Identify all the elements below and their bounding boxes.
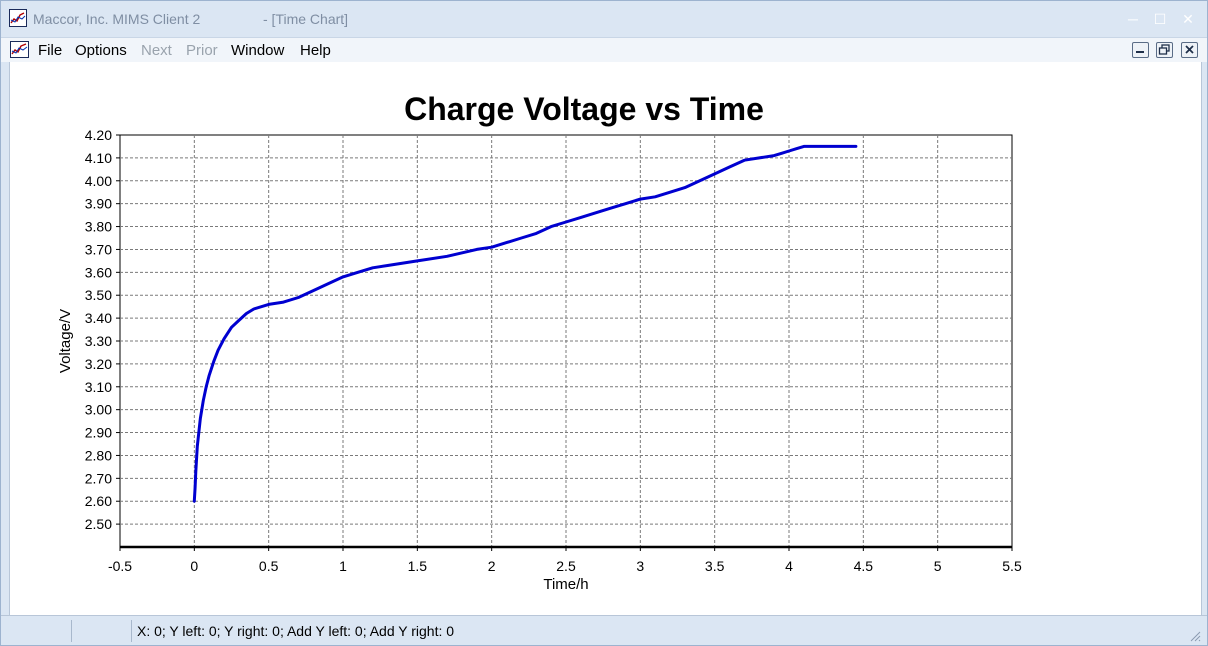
x-tick-label: 4	[785, 558, 793, 574]
y-tick-label: 2.80	[85, 447, 112, 463]
voltage-time-chart[interactable]: -0.5 0 0.5 1 1.5 2 2.5 3 3.5 4 4.5 5 5.5 4.20 4.10 4.00…	[10, 62, 1201, 615]
y-tick-label: 4.00	[85, 173, 112, 189]
window-close-button[interactable]: ✕	[1176, 8, 1200, 30]
y-tick-label: 4.10	[85, 150, 112, 166]
child-window-icon[interactable]	[10, 41, 29, 58]
time-chart-window: -0.5 0 0.5 1 1.5 2 2.5 3 3.5 4 4.5 5 5.5 4.20 4.10 4.00…	[9, 62, 1202, 615]
y-tick-label: 3.80	[85, 219, 112, 235]
menu-prior[interactable]: Prior	[186, 42, 218, 59]
x-tick-label: 1	[339, 558, 347, 574]
y-tick-label: 3.20	[85, 356, 112, 372]
y-tick-label: 3.00	[85, 402, 112, 418]
x-tick-label: 5	[934, 558, 942, 574]
window-maximize-button[interactable]: ☐	[1148, 8, 1172, 30]
y-tick-label: 3.10	[85, 379, 112, 395]
app-title: Maccor, Inc. MIMS Client 2	[33, 11, 201, 27]
y-tick-label: 2.90	[85, 425, 112, 441]
child-minimize-button[interactable]	[1132, 42, 1149, 58]
y-tick-label: 2.60	[85, 493, 112, 509]
child-restore-button[interactable]	[1156, 42, 1173, 58]
x-tick-label: 4.5	[854, 558, 874, 574]
y-tick-label: 2.50	[85, 516, 112, 532]
child-close-button[interactable]	[1181, 42, 1198, 58]
x-tick-label: 0	[190, 558, 198, 574]
resize-grip-icon[interactable]	[1187, 628, 1201, 642]
y-tick-label: 3.60	[85, 264, 112, 280]
x-axis-label: Time/h	[543, 576, 588, 593]
status-pane	[131, 620, 132, 642]
y-tick-label: 3.30	[85, 333, 112, 349]
x-tick-label: 0.5	[259, 558, 279, 574]
y-axis-label: Voltage/V	[57, 309, 74, 373]
x-tick-label: 2.5	[556, 558, 576, 574]
x-tick-label: 3.5	[705, 558, 725, 574]
y-tick-label: 3.70	[85, 241, 112, 257]
status-pane	[71, 620, 131, 642]
y-tick-label: 2.70	[85, 470, 112, 486]
app-window: Maccor, Inc. MIMS Client 2 - [Time Chart…	[0, 0, 1208, 646]
window-minimize-button[interactable]: ─	[1121, 8, 1145, 30]
app-chart-icon[interactable]	[9, 9, 27, 27]
menu-window[interactable]: Window	[231, 42, 284, 59]
x-tick-label: -0.5	[108, 558, 132, 574]
cursor-readout: X: 0; Y left: 0; Y right: 0; Add Y left:…	[137, 623, 455, 639]
y-tick-label: 3.90	[85, 196, 112, 212]
x-tick-label: 3	[636, 558, 644, 574]
menu-bar: File Options Next Prior Window Help	[1, 37, 1207, 62]
y-tick-label: 3.40	[85, 310, 112, 326]
menu-next[interactable]: Next	[141, 42, 172, 59]
x-tick-label: 1.5	[408, 558, 428, 574]
y-tick-label: 4.20	[85, 127, 112, 143]
status-bar: X: 0; Y left: 0; Y right: 0; Add Y left:…	[1, 615, 1207, 645]
title-bar[interactable]: Maccor, Inc. MIMS Client 2 - [Time Chart…	[1, 1, 1207, 37]
menu-help[interactable]: Help	[300, 42, 331, 59]
menu-file[interactable]: File	[38, 42, 62, 59]
x-tick-label: 2	[488, 558, 496, 574]
y-tick-label: 3.50	[85, 287, 112, 303]
document-title: - [Time Chart]	[263, 11, 349, 27]
x-tick-label: 5.5	[1002, 558, 1022, 574]
chart-title: Charge Voltage vs Time	[404, 91, 764, 127]
menu-options[interactable]: Options	[75, 42, 127, 59]
